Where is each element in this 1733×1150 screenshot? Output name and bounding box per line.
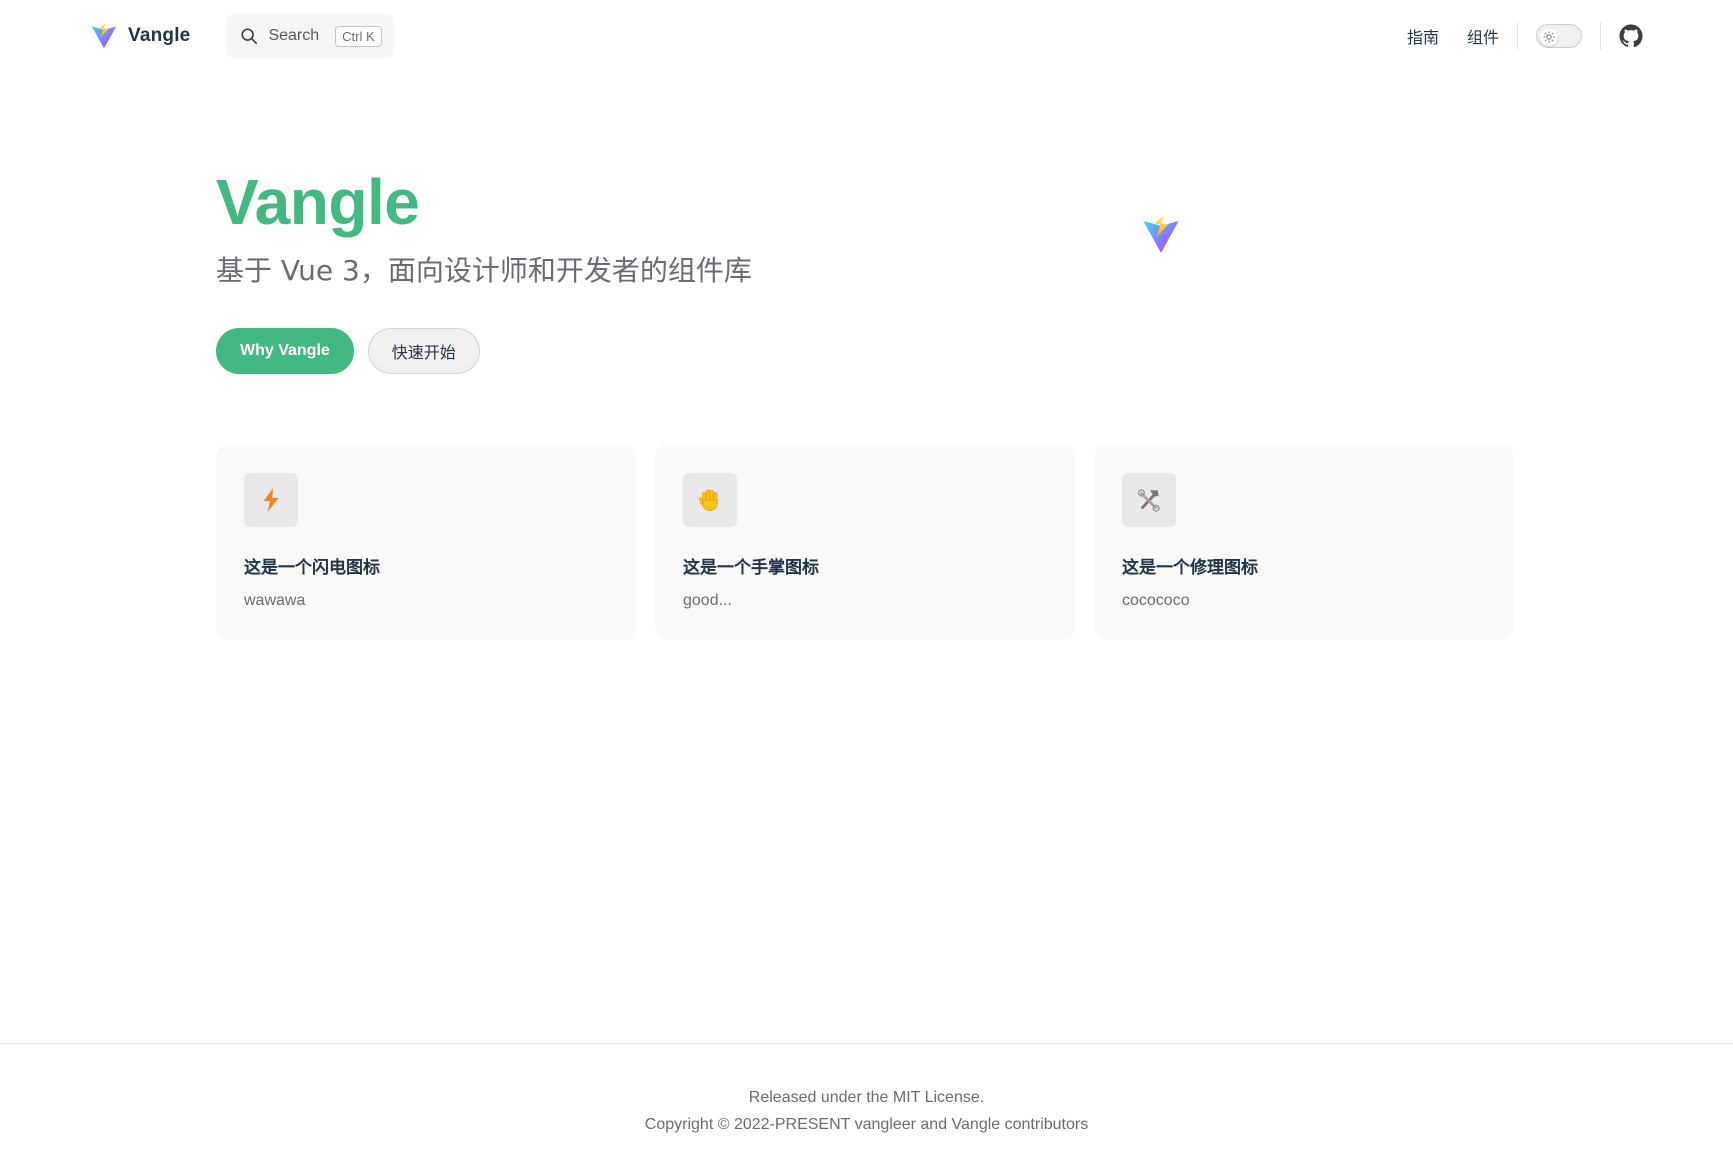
hero-tagline: 基于 Vue 3，面向设计师和开发者的组件库	[216, 254, 752, 287]
feature-details: cocococo	[1122, 592, 1190, 609]
github-icon	[1619, 24, 1643, 48]
footer: Released under the MIT License. Copyrigh…	[0, 1043, 1733, 1150]
hero-actions: Why Vangle 快速开始	[216, 328, 480, 374]
feature-card: 这是一个修理图标 cocococo	[1094, 445, 1514, 640]
feature-card: 这是一个闪电图标 wawawa	[216, 445, 636, 640]
brand-home-link[interactable]: Vangle	[90, 22, 190, 50]
tools-icon	[1122, 473, 1176, 527]
footer-message: Released under the MIT License.	[748, 1089, 985, 1106]
brand-title: Vangle	[128, 25, 191, 46]
nav-divider	[1600, 22, 1601, 50]
feature-details: wawawa	[244, 592, 306, 609]
search-shortcut-hint: Ctrl K	[335, 25, 382, 47]
footer-copyright: Copyright © 2022-PRESENT vangleer and Va…	[644, 1116, 1089, 1133]
feature-title: 这是一个修理图标	[1122, 558, 1258, 578]
vite-logo-icon	[90, 22, 118, 50]
hero-title: Vangle	[216, 166, 420, 238]
search-icon	[240, 27, 258, 45]
navbar: Vangle Search Ctrl K 指南 组件	[0, 0, 1733, 72]
feature-title: 这是一个闪电图标	[244, 558, 380, 578]
nav-divider	[1517, 22, 1518, 50]
feature-title: 这是一个手掌图标	[683, 558, 819, 578]
hand-icon	[683, 473, 737, 527]
nav-link-guide[interactable]: 指南	[1407, 24, 1439, 48]
search-label: Search	[268, 27, 320, 44]
feature-card: 这是一个手掌图标 good...	[655, 445, 1075, 640]
nav-right: 指南 组件	[1407, 0, 1643, 72]
theme-toggle-switch[interactable]	[1536, 24, 1582, 48]
github-link[interactable]	[1619, 24, 1643, 48]
feature-details: good...	[683, 592, 732, 609]
nav-link-components[interactable]: 组件	[1467, 24, 1499, 48]
why-vangle-button[interactable]: Why Vangle	[216, 328, 354, 374]
lightning-icon	[244, 473, 298, 527]
get-started-button[interactable]: 快速开始	[367, 328, 480, 374]
sun-icon	[1540, 28, 1558, 46]
vite-logo-icon	[1142, 214, 1180, 254]
search-button[interactable]: Search Ctrl K	[226, 14, 394, 58]
features-section: 这是一个闪电图标 wawawa 这是一个手掌图标 good... 这是一个修理图…	[216, 445, 1514, 640]
